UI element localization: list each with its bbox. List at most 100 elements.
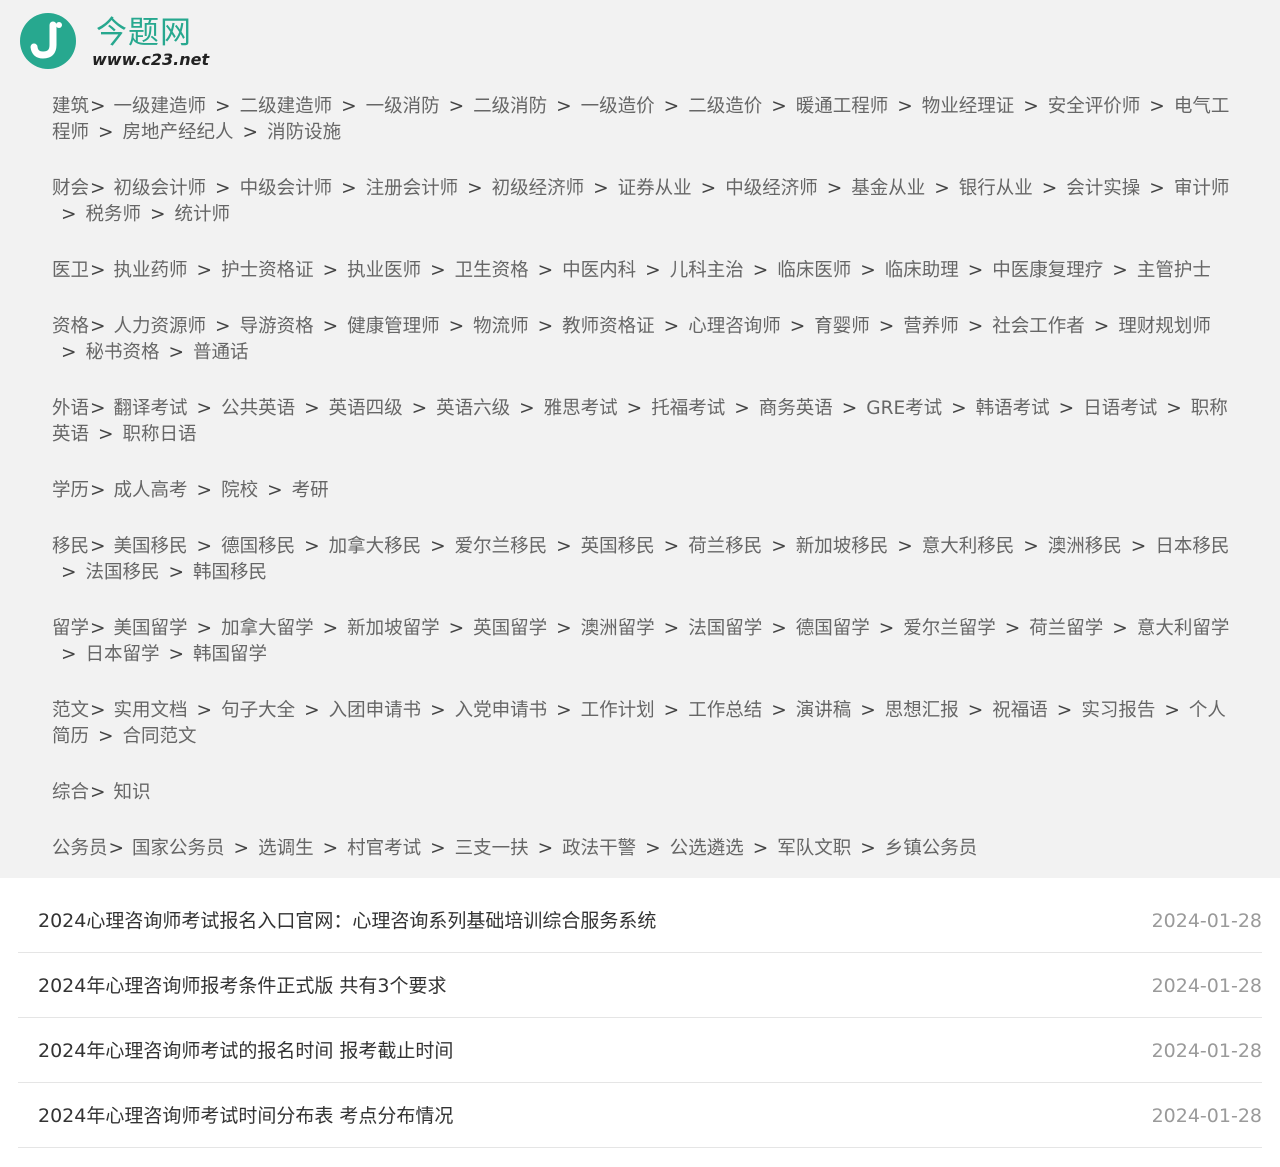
category-link[interactable]: 公选遴选 — [670, 838, 744, 859]
category-link[interactable]: 暖通工程师 — [796, 96, 889, 117]
category-link[interactable]: 中级会计师 — [240, 178, 333, 199]
category-link[interactable]: 工作总结 — [688, 700, 762, 721]
category-link[interactable]: 军队文职 — [777, 838, 851, 859]
category-link[interactable]: 护士资格证 — [221, 260, 314, 281]
category-link[interactable]: 思想汇报 — [885, 700, 959, 721]
category-link[interactable]: 知识 — [114, 782, 151, 803]
category-link[interactable]: 加拿大留学 — [221, 618, 314, 639]
category-link[interactable]: 中医内科 — [562, 260, 636, 281]
category-link[interactable]: 法国留学 — [688, 618, 762, 639]
category-head[interactable]: 范文 — [52, 700, 89, 721]
category-link[interactable]: 三支一扶 — [455, 838, 529, 859]
category-head[interactable]: 外语 — [52, 398, 89, 419]
article-row[interactable]: 2024心理咨询师考试报名入口官网：心理咨询系列基础培训综合服务系统 2024-0… — [18, 888, 1262, 953]
category-link[interactable]: 日语考试 — [1083, 398, 1157, 419]
category-link[interactable]: 房地产经纪人 — [123, 122, 234, 143]
category-link[interactable]: 职称日语 — [123, 424, 197, 445]
category-link[interactable]: 加拿大移民 — [329, 536, 422, 557]
category-link[interactable]: 爱尔兰留学 — [903, 618, 996, 639]
category-link[interactable]: 英语四级 — [329, 398, 403, 419]
category-link[interactable]: 社会工作者 — [992, 316, 1085, 337]
category-link[interactable]: 商务英语 — [759, 398, 833, 419]
category-link[interactable]: 秘书资格 — [86, 342, 160, 363]
category-head[interactable]: 学历 — [52, 480, 89, 501]
category-link[interactable]: 德国移民 — [221, 536, 295, 557]
category-link[interactable]: 韩语考试 — [976, 398, 1050, 419]
category-head[interactable]: 财会 — [52, 178, 89, 199]
category-link[interactable]: 临床医师 — [777, 260, 851, 281]
category-link[interactable]: 一级造价 — [581, 96, 655, 117]
category-link[interactable]: 意大利留学 — [1137, 618, 1230, 639]
category-link[interactable]: 日本移民 — [1155, 536, 1229, 557]
category-head[interactable]: 资格 — [52, 316, 89, 337]
category-link[interactable]: 一级建造师 — [114, 96, 207, 117]
category-link[interactable]: 导游资格 — [240, 316, 314, 337]
category-link[interactable]: 普通话 — [193, 342, 249, 363]
category-link[interactable]: 日本留学 — [86, 644, 160, 665]
category-link[interactable]: 一级消防 — [366, 96, 440, 117]
category-link[interactable]: 院校 — [221, 480, 258, 501]
category-link[interactable]: 英国移民 — [581, 536, 655, 557]
category-link[interactable]: 初级会计师 — [114, 178, 207, 199]
category-link[interactable]: 法国移民 — [86, 562, 160, 583]
category-link[interactable]: 中医康复理疗 — [992, 260, 1103, 281]
category-link[interactable]: 物流师 — [473, 316, 529, 337]
category-link[interactable]: 育婴师 — [814, 316, 870, 337]
category-link[interactable]: GRE考试 — [866, 398, 942, 419]
brand-name[interactable]: 今题网 — [96, 13, 192, 53]
category-link[interactable]: 主管护士 — [1137, 260, 1211, 281]
category-link[interactable]: 临床助理 — [885, 260, 959, 281]
category-link[interactable]: 德国留学 — [796, 618, 870, 639]
article-row[interactable]: 2024年心理咨询师考试时间分布表 考点分布情况 2024-01-28 — [18, 1083, 1262, 1148]
category-link[interactable]: 注册会计师 — [366, 178, 459, 199]
category-link[interactable]: 公共英语 — [221, 398, 295, 419]
category-link[interactable]: 实习报告 — [1081, 700, 1155, 721]
category-link[interactable]: 韩国移民 — [193, 562, 267, 583]
article-title-link[interactable]: 2024年心理咨询师报考条件正式版 共有3个要求 — [38, 973, 446, 999]
category-link[interactable]: 营养师 — [903, 316, 959, 337]
category-link[interactable]: 爱尔兰移民 — [455, 536, 548, 557]
category-link[interactable]: 执业医师 — [347, 260, 421, 281]
category-head[interactable]: 综合 — [52, 782, 89, 803]
category-head[interactable]: 建筑 — [52, 96, 89, 117]
category-link[interactable]: 演讲稿 — [796, 700, 852, 721]
category-link[interactable]: 成人高考 — [114, 480, 188, 501]
article-row[interactable]: 2024年心理咨询师考试的报名时间 报考截止时间 2024-01-28 — [18, 1018, 1262, 1083]
category-link[interactable]: 安全评价师 — [1048, 96, 1141, 117]
category-link[interactable]: 消防设施 — [267, 122, 341, 143]
category-link[interactable]: 句子大全 — [221, 700, 295, 721]
category-link[interactable]: 工作计划 — [581, 700, 655, 721]
category-link[interactable]: 健康管理师 — [347, 316, 440, 337]
article-title-link[interactable]: 2024年心理咨询师考试的报名时间 报考截止时间 — [38, 1038, 453, 1064]
category-link[interactable]: 祝福语 — [992, 700, 1048, 721]
category-link[interactable]: 卫生资格 — [455, 260, 529, 281]
category-link[interactable]: 韩国留学 — [193, 644, 267, 665]
category-link[interactable]: 中级经济师 — [725, 178, 818, 199]
j-letter-logo-icon[interactable] — [20, 13, 76, 69]
category-link[interactable]: 意大利移民 — [922, 536, 1015, 557]
category-link[interactable]: 证券从业 — [618, 178, 692, 199]
category-link[interactable]: 雅思考试 — [544, 398, 618, 419]
category-link[interactable]: 审计师 — [1174, 178, 1230, 199]
category-link[interactable]: 二级消防 — [473, 96, 547, 117]
category-link[interactable]: 统计师 — [175, 204, 231, 225]
category-link[interactable]: 心理咨询师 — [688, 316, 781, 337]
category-link[interactable]: 新加坡留学 — [347, 618, 440, 639]
category-link[interactable]: 二级造价 — [688, 96, 762, 117]
category-link[interactable]: 入团申请书 — [329, 700, 422, 721]
category-link[interactable]: 英国留学 — [473, 618, 547, 639]
category-link[interactable]: 英语六级 — [436, 398, 510, 419]
category-link[interactable]: 初级经济师 — [492, 178, 585, 199]
category-link[interactable]: 执业药师 — [114, 260, 188, 281]
category-link[interactable]: 翻译考试 — [114, 398, 188, 419]
category-head[interactable]: 留学 — [52, 618, 89, 639]
category-link[interactable]: 美国留学 — [114, 618, 188, 639]
category-link[interactable]: 合同范文 — [123, 726, 197, 747]
article-title-link[interactable]: 2024年心理咨询师考试时间分布表 考点分布情况 — [38, 1103, 453, 1129]
category-link[interactable]: 荷兰留学 — [1029, 618, 1103, 639]
category-link[interactable]: 澳洲移民 — [1048, 536, 1122, 557]
category-link[interactable]: 理财规划师 — [1118, 316, 1211, 337]
category-link[interactable]: 基金从业 — [851, 178, 925, 199]
category-link[interactable]: 政法干警 — [562, 838, 636, 859]
category-link[interactable]: 银行从业 — [959, 178, 1033, 199]
